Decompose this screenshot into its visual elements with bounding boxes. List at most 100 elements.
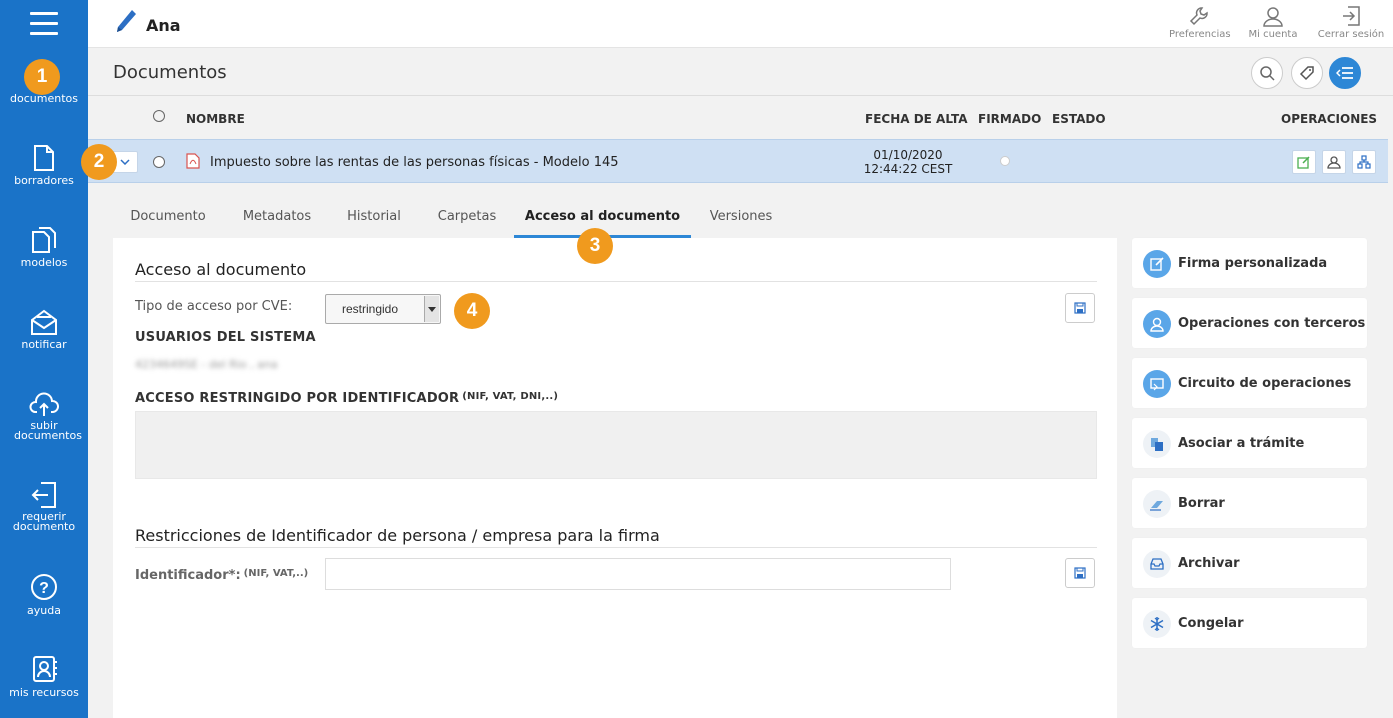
list-view-button[interactable] [1329, 57, 1361, 89]
sidebar-item-label: requerir documento [12, 510, 76, 533]
identifier-label: Identificador*: (NIF, VAT,..) [135, 568, 308, 583]
identifier-label-text: Identificador*: [135, 568, 241, 583]
third-party-operation-button[interactable] [1322, 150, 1346, 174]
select-all-radio[interactable] [153, 110, 165, 122]
notify-icon [31, 309, 57, 335]
user-icon [1263, 7, 1283, 27]
resources-icon [33, 656, 57, 682]
column-date[interactable]: FECHA DE ALTA [865, 112, 968, 126]
tab-historial[interactable]: Historial [333, 198, 415, 238]
circuito-operaciones-button[interactable]: Circuito de operaciones [1132, 358, 1367, 408]
signed-indicator [1000, 156, 1010, 166]
save-cve-button[interactable] [1065, 293, 1095, 323]
sidebar-item-label: subir documentos [14, 419, 82, 442]
menu-icon[interactable] [30, 12, 58, 36]
system-users-heading: USUARIOS DEL SISTEMA [135, 330, 316, 345]
preferences-label: Preferencias [1169, 29, 1231, 40]
sidebar-item-mis-recursos[interactable]: mis recursos [0, 654, 88, 698]
edit-operation-button[interactable] [1292, 150, 1316, 174]
identifier-input[interactable] [325, 558, 951, 590]
column-status[interactable]: ESTADO [1052, 112, 1106, 126]
asociar-tramite-button[interactable]: Asociar a trámite [1132, 418, 1367, 468]
sidebar-item-label: mis recursos [9, 686, 79, 699]
user-icon [1143, 310, 1171, 338]
hierarchy-icon [1357, 155, 1371, 169]
pen-icon [117, 10, 136, 32]
list-icon [1336, 67, 1353, 79]
document-date-day: 01/10/2020 [873, 148, 943, 162]
sidebar-item-label: modelos [20, 256, 68, 269]
step-badge-2: 2 [81, 144, 117, 180]
svg-text:?: ? [39, 580, 49, 597]
sidebar-item-label: ayuda [27, 604, 61, 617]
tab-documento[interactable]: Documento [113, 198, 223, 238]
document-date-time: 12:44:22 CEST [863, 162, 953, 176]
logout-button[interactable]: Cerrar sesión [1316, 5, 1386, 40]
operaciones-terceros-button[interactable]: Operaciones con terceros [1132, 298, 1367, 348]
restricted-id-heading: ACCESO RESTRINGIDO POR IDENTIFICADOR (NIF… [135, 391, 558, 406]
save-identifier-button[interactable] [1065, 558, 1095, 588]
row-select-radio[interactable] [153, 156, 165, 168]
my-account-button[interactable]: Mi cuenta [1245, 5, 1301, 40]
save-icon [1074, 567, 1086, 579]
sidebar-item-notificar[interactable]: notificar [0, 308, 88, 350]
logout-label: Cerrar sesión [1317, 29, 1385, 40]
restrictions-section-title: Restricciones de Identificador de person… [135, 526, 660, 545]
eraser-icon [1143, 490, 1171, 518]
archivar-button[interactable]: Archivar [1132, 538, 1367, 588]
help-icon: ? [31, 574, 57, 600]
search-icon [1260, 66, 1275, 81]
table-row[interactable]: Impuesto sobre las rentas de las persona… [88, 139, 1388, 183]
sidebar-item-label: borradores [14, 174, 74, 187]
congelar-button[interactable]: Congelar [1132, 598, 1367, 648]
sidebar-item-label: notificar [21, 338, 67, 351]
borrar-button[interactable]: Borrar [1132, 478, 1367, 528]
firma-personalizada-button[interactable]: Firma personalizada [1132, 238, 1367, 288]
sidebar: documentos borradores modelos notificar … [0, 0, 88, 718]
column-signed[interactable]: FIRMADO [978, 112, 1041, 126]
request-icon [31, 482, 56, 508]
procedure-icon [1143, 430, 1171, 458]
user-icon [1327, 156, 1341, 169]
step-badge-3: 3 [577, 228, 613, 264]
top-bar: Ana Preferencias Mi cuenta Cerrar sesión [88, 0, 1393, 48]
restricted-id-textarea[interactable] [135, 411, 1097, 479]
step-badge-1: 1 [24, 59, 60, 95]
access-panel: Acceso al documento Tipo de acceso por C… [113, 238, 1117, 718]
tag-icon [1299, 66, 1314, 81]
sidebar-item-borradores[interactable]: borradores [0, 144, 88, 186]
snowflake-icon [1143, 610, 1171, 638]
tab-carpetas[interactable]: Carpetas [425, 198, 509, 238]
save-icon [1074, 302, 1086, 314]
action-label: Circuito de operaciones [1178, 376, 1352, 391]
document-name[interactable]: Impuesto sobre las rentas de las persona… [210, 155, 619, 170]
table-header: NOMBRE FECHA DE ALTA FIRMADO ESTADO OPER… [88, 96, 1393, 138]
identifier-hint: (NIF, VAT,..) [243, 568, 309, 579]
sidebar-item-subir-documentos[interactable]: subir documentos [0, 390, 88, 441]
archive-icon [1143, 550, 1171, 578]
action-label: Borrar [1178, 496, 1225, 511]
sidebar-item-requerir-documento[interactable]: requerir documento [0, 481, 88, 532]
sidebar-item-ayuda[interactable]: ? ayuda [0, 572, 88, 616]
cve-access-value: restringido [342, 302, 399, 316]
user-name: Ana [146, 16, 181, 35]
circuit-icon [1143, 370, 1171, 398]
edit-icon [1297, 156, 1310, 169]
sidebar-item-modelos[interactable]: modelos [0, 226, 88, 268]
divider [135, 281, 1097, 282]
tags-button[interactable] [1291, 57, 1323, 89]
access-section-title: Acceso al documento [135, 260, 307, 279]
wrench-icon [1189, 7, 1208, 26]
templates-icon [32, 227, 56, 253]
column-name[interactable]: NOMBRE [186, 112, 245, 126]
restricted-id-heading-text: ACCESO RESTRINGIDO POR IDENTIFICADOR [135, 391, 460, 406]
search-button[interactable] [1251, 57, 1283, 89]
tab-versiones[interactable]: Versiones [701, 198, 781, 238]
preferences-button[interactable]: Preferencias [1169, 5, 1231, 40]
logout-icon [1343, 6, 1360, 26]
cve-access-select[interactable]: restringido [325, 294, 441, 324]
circuit-operation-button[interactable] [1352, 150, 1376, 174]
action-label: Congelar [1178, 616, 1244, 631]
tab-metadatos[interactable]: Metadatos [233, 198, 321, 238]
divider [135, 547, 1097, 548]
